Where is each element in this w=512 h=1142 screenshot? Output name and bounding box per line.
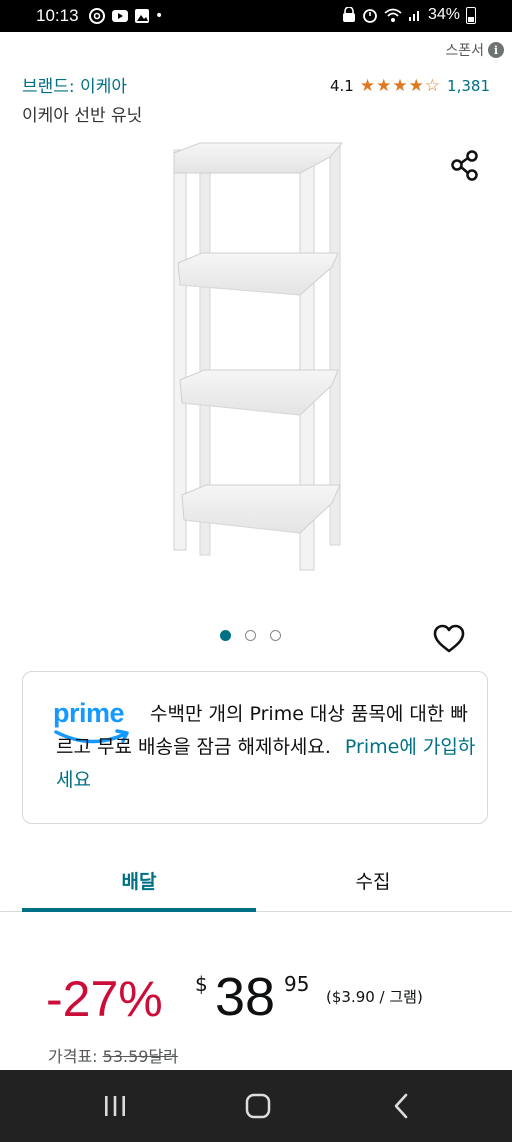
status-left-icons: • [88,7,163,25]
recent-apps-button[interactable] [95,1088,135,1124]
system-nav-bar [0,1070,512,1142]
list-price-label: 가격표: [48,1047,98,1066]
active-tab-indicator [22,908,256,912]
gallery-icon [135,9,149,23]
fulfillment-tabs: 배달 수집 [0,852,512,912]
product-image[interactable] [160,135,360,575]
alarm-icon [363,9,377,23]
product-title: 이케아 선반 유닛 [22,106,143,126]
discount-percent: -27% [46,971,163,1027]
status-time: 10:13 [36,6,79,25]
home-icon [245,1093,271,1119]
back-button[interactable] [382,1088,422,1124]
home-button[interactable] [238,1088,278,1124]
threads-icon [89,8,105,24]
status-right-icons: 34% [342,6,476,24]
status-bar: 10:13 • 34% [0,0,512,32]
tab-pickup[interactable]: 수집 [256,852,490,908]
star-rating-icon: ★★★★☆ [359,76,442,96]
heart-icon[interactable] [432,622,466,656]
carousel-dot[interactable] [245,630,256,641]
vpn-icon [342,7,355,22]
price-fraction: 95 [284,972,310,996]
rating-value: 4.1 [329,77,354,95]
brand-link[interactable]: 브랜드: 이케아 [22,72,127,97]
tab-delivery[interactable]: 배달 [22,852,256,908]
price-currency: $ [195,972,208,996]
notification-dot: • [155,8,164,24]
sponsored-text: 스폰서 [445,43,484,59]
list-price-value: 53.59달러 [102,1047,178,1066]
wifi-icon [384,8,402,22]
unit-price: ($3.90 / 그램) [326,988,423,1006]
carousel-indicator[interactable] [220,630,281,641]
carousel-dot[interactable] [270,630,281,641]
rating-count[interactable]: 1,381 [447,77,490,95]
carousel-dot[interactable] [220,630,231,641]
recent-apps-icon [105,1096,125,1116]
back-icon [394,1093,408,1119]
share-icon[interactable] [448,148,482,182]
battery-percent: 34% [427,6,460,23]
price-whole: 38 [215,967,276,1027]
rating-summary[interactable]: 4.1 ★★★★☆ 1,381 [330,76,490,96]
sponsored-label[interactable]: 스폰서 i [445,40,504,60]
list-price: 가격표: 53.59달러 [48,1043,178,1067]
signal-icon [408,11,419,21]
prime-message: 수백만 개의 Prime 대상 품목에 대한 빠르고 무료 배송을 잠금 해제하… [56,698,476,797]
battery-icon [466,6,476,24]
prime-banner[interactable]: prime 수백만 개의 Prime 대상 품목에 대한 빠르고 무료 배송을 … [22,671,488,824]
youtube-icon [112,10,128,22]
info-icon[interactable]: i [488,42,504,58]
